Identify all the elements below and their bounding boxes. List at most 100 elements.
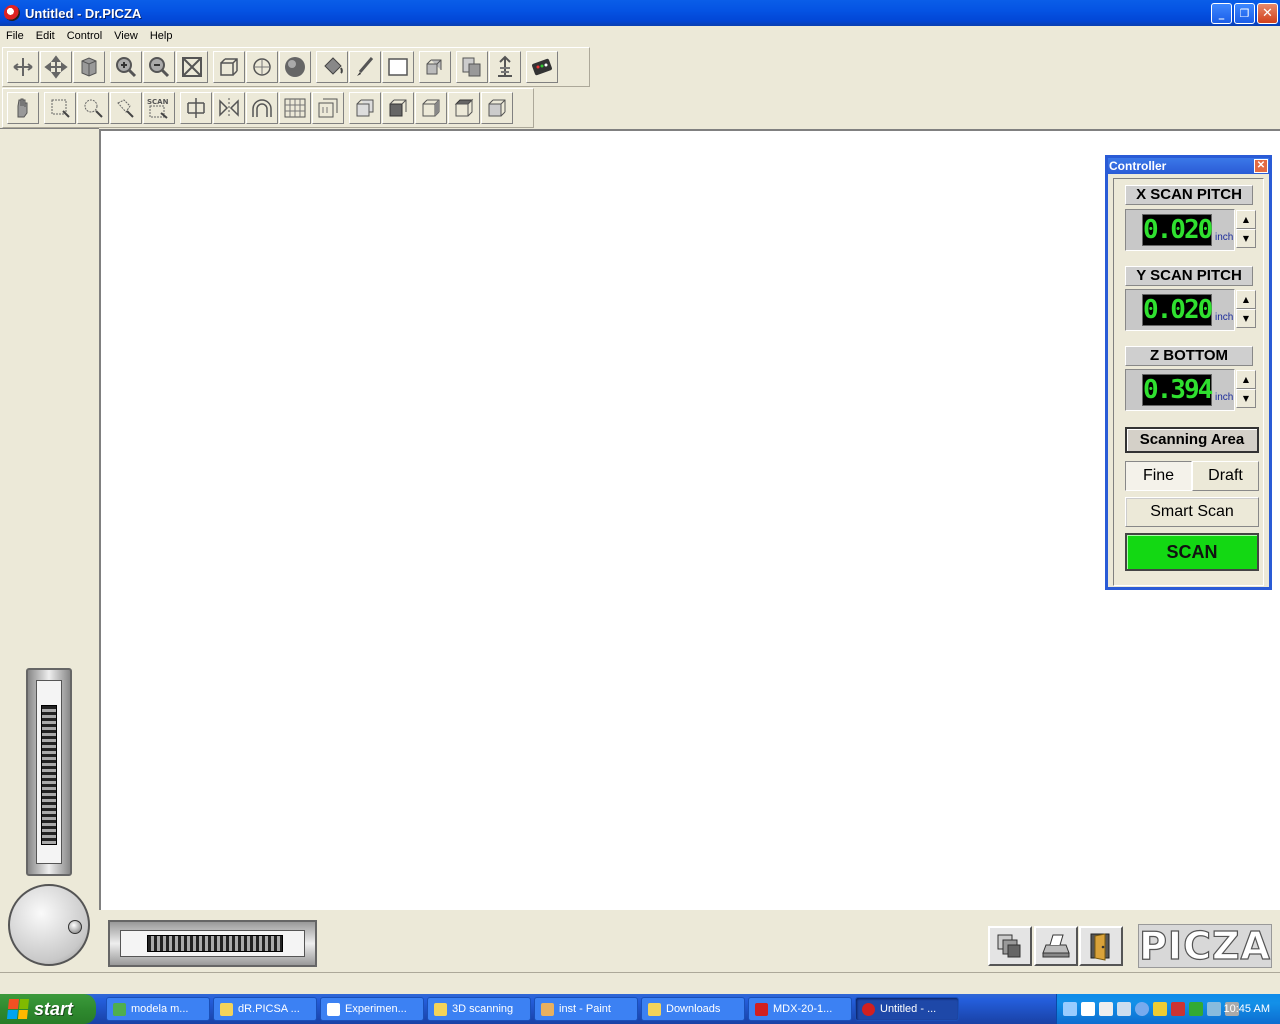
task-item-active[interactable]: Untitled - ...: [855, 997, 959, 1021]
fine-button[interactable]: Fine: [1125, 461, 1192, 491]
window-title: Untitled - Dr.PICZA: [25, 5, 142, 21]
select-tool-button[interactable]: [7, 51, 39, 83]
mirror-h-button[interactable]: [180, 92, 212, 124]
zoom-out-icon: [149, 57, 170, 78]
layers-icon: [997, 934, 1021, 958]
vertical-rotation-slider[interactable]: [26, 668, 72, 876]
security-icon[interactable]: [1171, 1002, 1185, 1016]
view-side-icon: [389, 99, 407, 117]
rotation-knob[interactable]: [8, 884, 90, 966]
restore-button[interactable]: ❐: [1234, 3, 1255, 24]
zoom-in-button[interactable]: [110, 51, 142, 83]
minimize-button[interactable]: _: [1211, 3, 1232, 24]
controller-button[interactable]: [526, 51, 558, 83]
y-up-arrow-icon[interactable]: ▲: [1236, 290, 1256, 309]
folder-icon: [434, 1002, 447, 1016]
x-scan-pitch-label: X SCAN PITCH: [1125, 185, 1253, 205]
filter-button[interactable]: [489, 51, 521, 83]
zoom-fit-button[interactable]: [176, 51, 208, 83]
menu-edit[interactable]: Edit: [30, 30, 61, 42]
y-scan-pitch-display: 0.020 inch: [1125, 289, 1235, 331]
keyboard-tray-icon[interactable]: [1081, 1002, 1095, 1016]
select-lasso-icon: [84, 99, 103, 118]
menu-control[interactable]: Control: [61, 30, 108, 42]
z-down-arrow-icon[interactable]: ▼: [1236, 389, 1256, 408]
copy-button[interactable]: [456, 51, 488, 83]
task-item[interactable]: inst - Paint: [534, 997, 638, 1021]
polygon-view-button[interactable]: [246, 51, 278, 83]
arch-button[interactable]: [246, 92, 278, 124]
move-tool-button[interactable]: [40, 51, 72, 83]
brush-button[interactable]: [349, 51, 381, 83]
mirror-h-icon: [187, 98, 205, 118]
exit-button[interactable]: [1079, 926, 1123, 966]
controller-close-button[interactable]: ✕: [1254, 159, 1268, 173]
hand-icon: [17, 98, 28, 118]
display-icon[interactable]: [1207, 1002, 1221, 1016]
z-bottom-display: 0.394 inch: [1125, 369, 1235, 411]
x-up-arrow-icon[interactable]: ▲: [1236, 210, 1256, 229]
folder-icon: [220, 1002, 233, 1016]
rectangle-button[interactable]: [382, 51, 414, 83]
drawing-canvas[interactable]: [99, 129, 1280, 910]
taskbar: start modela m... dR.PICSA ... Experimen…: [0, 994, 1280, 1024]
select-free-button[interactable]: [110, 92, 142, 124]
view-front-button[interactable]: [349, 92, 381, 124]
view-back-button[interactable]: [481, 92, 513, 124]
paint-bucket-button[interactable]: [316, 51, 348, 83]
smart-scan-button[interactable]: Smart Scan: [1125, 497, 1259, 527]
x-down-arrow-icon[interactable]: ▼: [1236, 229, 1256, 248]
horizontal-slider-thumb[interactable]: [147, 935, 283, 952]
pen-tray-icon[interactable]: [1063, 1002, 1077, 1016]
grid-button[interactable]: [279, 92, 311, 124]
scan-button[interactable]: SCAN: [1125, 533, 1259, 571]
chevron-left-icon[interactable]: [1135, 1002, 1149, 1016]
z-up-arrow-icon[interactable]: ▲: [1236, 370, 1256, 389]
select-lasso-button[interactable]: [77, 92, 109, 124]
resize-button[interactable]: [312, 92, 344, 124]
horizontal-slider-track: [120, 930, 305, 957]
zoom-in-icon: [116, 57, 137, 78]
horizontal-rotation-slider[interactable]: [108, 920, 317, 967]
menu-file[interactable]: File: [0, 30, 30, 42]
wireframe-view-button[interactable]: [213, 51, 245, 83]
close-button[interactable]: ✕: [1257, 3, 1278, 24]
view-iso-button[interactable]: [448, 92, 480, 124]
view-side-button[interactable]: [382, 92, 414, 124]
network-tray-icon[interactable]: [1117, 1002, 1131, 1016]
rotate-tool-button[interactable]: [73, 51, 105, 83]
layers-button[interactable]: [988, 926, 1032, 966]
sync-icon[interactable]: [1189, 1002, 1203, 1016]
polygon-icon: [253, 58, 271, 76]
mirror-v-button[interactable]: [213, 92, 245, 124]
task-item[interactable]: dR.PICSA ...: [213, 997, 317, 1021]
task-item[interactable]: modela m...: [106, 997, 210, 1021]
task-item[interactable]: 3D scanning: [427, 997, 531, 1021]
start-button[interactable]: start: [0, 994, 96, 1024]
shaded-view-button[interactable]: [279, 51, 311, 83]
scan-area-button[interactable]: SCAN: [143, 92, 175, 124]
menu-help[interactable]: Help: [144, 30, 179, 42]
view-top-button[interactable]: [415, 92, 447, 124]
zoom-out-button[interactable]: [143, 51, 175, 83]
select-rect-button[interactable]: [44, 92, 76, 124]
menu-view[interactable]: View: [108, 30, 144, 42]
task-item[interactable]: Experimen...: [320, 997, 424, 1021]
cube-stack-button[interactable]: [419, 51, 451, 83]
vertical-slider-thumb[interactable]: [41, 705, 57, 845]
document-icon: [327, 1002, 340, 1016]
shield-icon[interactable]: [1153, 1002, 1167, 1016]
print-button[interactable]: [1034, 926, 1078, 966]
status-bar: [0, 972, 1280, 994]
cube-stack-icon: [426, 59, 442, 75]
scanning-area-button[interactable]: Scanning Area: [1125, 427, 1259, 453]
hand-tool-button[interactable]: [7, 92, 39, 124]
y-down-arrow-icon[interactable]: ▼: [1236, 309, 1256, 328]
task-item[interactable]: Downloads: [641, 997, 745, 1021]
draft-button[interactable]: Draft: [1192, 461, 1259, 491]
pdf-icon: [755, 1002, 768, 1016]
task-label: Untitled - ...: [880, 1003, 937, 1015]
view-iso-icon: [454, 98, 474, 117]
task-item[interactable]: MDX-20-1...: [748, 997, 852, 1021]
help-tray-icon[interactable]: [1099, 1002, 1113, 1016]
